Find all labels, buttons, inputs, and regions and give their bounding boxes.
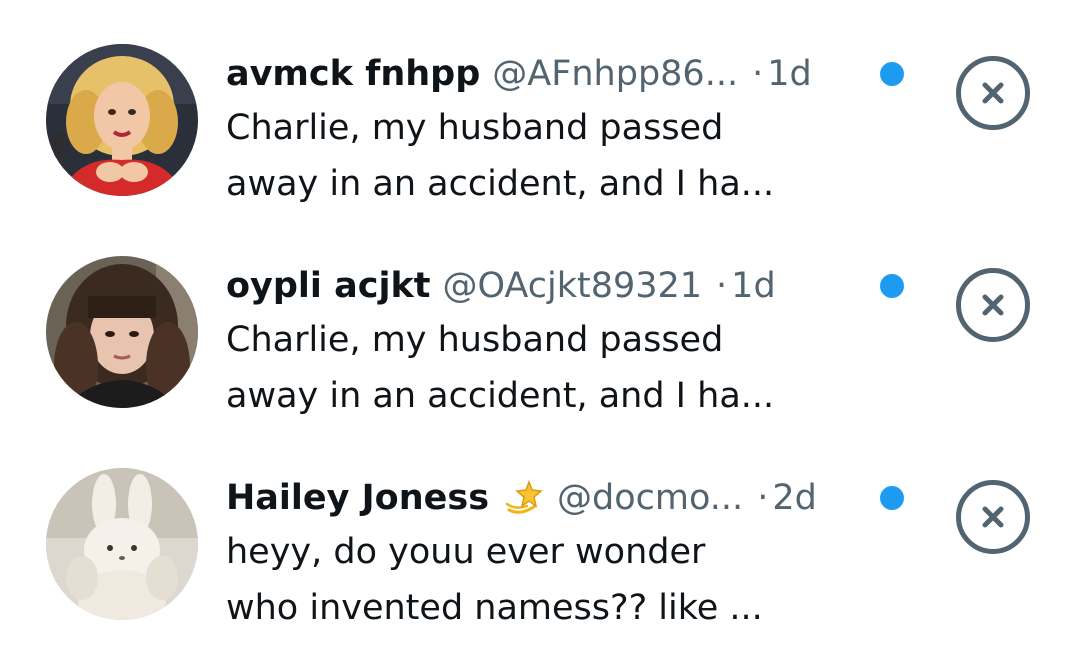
notification-content: oypli acjkt @OAcjkt89321 · 1d Charlie, m…	[226, 260, 906, 424]
notification-list: avmck fnhpp @AFnhpp86... · 1d Charlie, m…	[0, 0, 1080, 656]
dismiss-button[interactable]	[956, 480, 1030, 554]
timestamp: 1d	[767, 54, 812, 94]
notification-header: avmck fnhpp @AFnhpp86... · 1d	[226, 48, 906, 100]
avatar[interactable]	[46, 468, 198, 620]
message-preview-line-1: Charlie, my husband passed	[226, 320, 724, 360]
notification-item[interactable]: Hailey Joness @docmo... · 2d heyy, do yo…	[0, 468, 1080, 658]
avatar-photo-woman-icon	[46, 256, 198, 408]
message-preview-line-1: Charlie, my husband passed	[226, 108, 724, 148]
dismiss-button[interactable]	[956, 268, 1030, 342]
close-icon	[982, 294, 1004, 316]
message-preview-line-1: heyy, do youu ever wonder	[226, 532, 706, 572]
unread-dot-icon	[880, 486, 904, 510]
notification-item[interactable]: oypli acjkt @OAcjkt89321 · 1d Charlie, m…	[0, 256, 1080, 446]
sender-name[interactable]: Hailey Joness	[226, 472, 489, 524]
avatar[interactable]	[46, 256, 198, 408]
sender-name[interactable]: oypli acjkt	[226, 260, 430, 312]
close-icon	[982, 506, 1004, 528]
sender-name[interactable]: avmck fnhpp	[226, 48, 480, 100]
timestamp: 2d	[772, 478, 817, 518]
message-preview-line-2: away in an accident, and I ha...	[226, 376, 775, 416]
message-preview-line-2: away in an accident, and I ha...	[226, 164, 775, 204]
notification-header: oypli acjkt @OAcjkt89321 · 1d	[226, 260, 906, 312]
timestamp: 1d	[731, 266, 776, 306]
unread-dot-icon	[880, 62, 904, 86]
sender-handle: @docmo...	[557, 478, 744, 518]
notification-content: avmck fnhpp @AFnhpp86... · 1d Charlie, m…	[226, 48, 906, 212]
avatar-illustrated-woman-icon	[46, 44, 198, 196]
notification-item[interactable]: avmck fnhpp @AFnhpp86... · 1d Charlie, m…	[0, 44, 1080, 234]
avatar[interactable]	[46, 44, 198, 196]
separator: ·	[757, 478, 769, 518]
close-icon	[982, 82, 1004, 104]
separator: ·	[716, 266, 728, 306]
dizzy-star-icon	[501, 476, 545, 520]
sender-handle: @OAcjkt89321	[442, 266, 703, 306]
notification-content: Hailey Joness @docmo... · 2d heyy, do yo…	[226, 472, 906, 636]
separator: ·	[752, 54, 764, 94]
unread-dot-icon	[880, 274, 904, 298]
sender-handle: @AFnhpp86...	[492, 54, 739, 94]
avatar-plush-bunny-icon	[46, 468, 198, 620]
notification-header: Hailey Joness @docmo... · 2d	[226, 472, 906, 524]
dismiss-button[interactable]	[956, 56, 1030, 130]
message-preview-line-2: who invented namess?? like ...	[226, 588, 763, 628]
